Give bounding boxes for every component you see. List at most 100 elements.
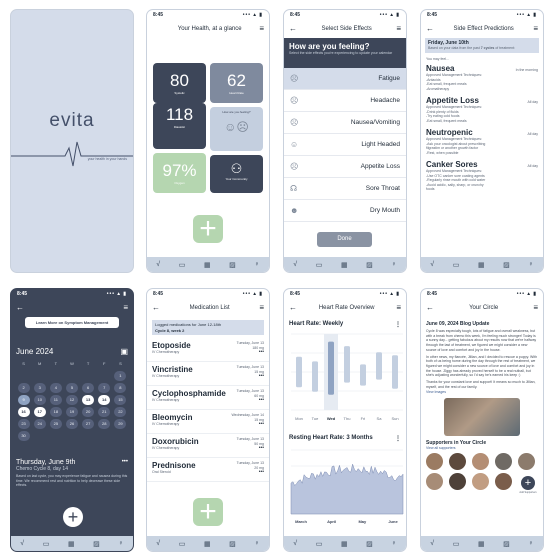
more-icon[interactable]: •••	[237, 398, 264, 403]
tab-calendar-icon[interactable]: ▦	[478, 540, 485, 548]
side-effect-headache[interactable]: ☹ Headache	[284, 90, 406, 112]
calendar-day[interactable]: 24	[33, 419, 46, 429]
tab-journal-icon[interactable]: ▨	[503, 261, 510, 269]
calendar-day[interactable]: 12	[65, 395, 78, 405]
calendar-day[interactable]: 21	[98, 407, 111, 417]
tab-profile-icon[interactable]: ♀	[118, 540, 123, 547]
back-arrow-icon[interactable]: ←	[16, 304, 24, 312]
tab-calendar-icon[interactable]: ▦	[341, 261, 348, 269]
tab-profile-icon[interactable]: ♀	[391, 540, 396, 547]
side-effect-sore-throat[interactable]: ☊ Sore Throat	[284, 178, 406, 200]
range-bar[interactable]	[296, 356, 302, 388]
tab-profile-icon[interactable]: ♀	[391, 261, 396, 268]
range-bar[interactable]	[392, 355, 398, 389]
calendar-day[interactable]: 18	[49, 407, 62, 417]
tab-journal-icon[interactable]: ▨	[366, 540, 373, 548]
more-icon[interactable]: •••	[237, 374, 264, 379]
range-bar[interactable]	[312, 361, 318, 392]
calendar-day[interactable]: 2	[17, 383, 30, 393]
calendar-day[interactable]: 13	[82, 395, 95, 405]
avatar[interactable]	[449, 453, 466, 471]
calendar-day[interactable]: 4	[49, 383, 62, 393]
side-effect-nausea[interactable]: ☹ Nausea/Vomiting	[284, 112, 406, 134]
avatar[interactable]	[426, 453, 443, 471]
back-arrow-icon[interactable]: ←	[426, 25, 434, 33]
more-icon[interactable]: •••	[237, 470, 264, 475]
systolic-tile[interactable]: 80 Systolic	[153, 63, 206, 103]
calendar-day[interactable]: 20	[82, 407, 95, 417]
tab-health-icon[interactable]: √	[293, 540, 297, 547]
calendar-day[interactable]: 23	[17, 419, 30, 429]
tab-rx-icon[interactable]: ▭	[43, 540, 50, 548]
prediction-canker-sores[interactable]: Canker Sores All day Approved Management …	[421, 157, 543, 194]
range-bar[interactable]	[328, 341, 334, 395]
tab-calendar-icon[interactable]: ▦	[478, 261, 485, 269]
prediction-neutropenic[interactable]: Neutropenic All day Approved Management T…	[421, 125, 543, 157]
range-bar[interactable]	[360, 364, 366, 386]
tab-journal-icon[interactable]: ▨	[229, 261, 236, 269]
back-arrow-icon[interactable]: ←	[289, 25, 297, 33]
tab-rx-icon[interactable]: ▭	[316, 540, 323, 548]
range-bar[interactable]	[376, 352, 382, 380]
calendar-day[interactable]: 9	[17, 395, 30, 405]
community-tile[interactable]: ⚇ Your Community	[210, 155, 263, 193]
tab-profile-icon[interactable]: ♀	[528, 261, 533, 268]
menu-icon[interactable]: ≡	[396, 304, 401, 312]
medication-item[interactable]: Etoposide IV Chemotherapy Tuesday, June 1…	[147, 338, 269, 362]
back-arrow-icon[interactable]: ←	[152, 304, 160, 312]
tab-calendar-icon[interactable]: ▦	[341, 540, 348, 548]
tab-health-icon[interactable]: √	[430, 540, 434, 547]
medication-item[interactable]: Vincristine IV Chemotherapy Tuesday, June…	[147, 362, 269, 386]
more-icon[interactable]: ⋮	[395, 435, 401, 442]
calendar-day[interactable]: 16	[17, 407, 30, 417]
tab-health-icon[interactable]: √	[156, 540, 160, 547]
side-effect-light-headed[interactable]: ☺ Light Headed	[284, 134, 406, 156]
avatar[interactable]	[472, 473, 489, 491]
calendar-day[interactable]: 14	[98, 395, 111, 405]
tab-journal-icon[interactable]: ▨	[503, 540, 510, 548]
tab-profile-icon[interactable]: ♀	[254, 540, 259, 547]
tab-journal-icon[interactable]: ▨	[93, 540, 100, 548]
medication-item[interactable]: Cyclophosphamide IV Chemotherapy Tuesday,…	[147, 386, 269, 410]
calendar-day[interactable]: 11	[49, 395, 62, 405]
blog-photo[interactable]	[444, 397, 520, 436]
calendar-day[interactable]: 5	[65, 383, 78, 393]
side-effect-appetite-loss[interactable]: ☹ Appetite Loss	[284, 156, 406, 178]
oxygen-tile[interactable]: 97% Oxygen	[153, 153, 206, 193]
calendar-day[interactable]: 25	[49, 419, 62, 429]
tab-journal-icon[interactable]: ▨	[366, 261, 373, 269]
tab-calendar-icon[interactable]: ▦	[68, 540, 75, 548]
calendar-day[interactable]: 27	[82, 419, 95, 429]
medication-item[interactable]: Doxorubicin IV Chemotherapy Tuesday, June…	[147, 434, 269, 458]
medication-item[interactable]: Bleomycin IV Chemotherapy Wednesday, June…	[147, 410, 269, 434]
tab-health-icon[interactable]: √	[20, 540, 24, 547]
medication-item[interactable]: Prednisone Oral Steroid Tuesday, June 13 2…	[147, 458, 269, 482]
avatar[interactable]	[518, 453, 535, 471]
prediction-nausea[interactable]: Nausea In the morning Approved Management…	[421, 61, 543, 93]
tab-journal-icon[interactable]: ▨	[229, 540, 236, 548]
prediction-appetite-loss[interactable]: Appetite Loss All day Approved Management…	[421, 93, 543, 125]
done-button[interactable]: Done	[317, 232, 372, 247]
calendar-day[interactable]: 10	[33, 395, 46, 405]
menu-icon[interactable]: ≡	[123, 304, 128, 312]
more-icon[interactable]: •••	[231, 422, 264, 427]
range-bar[interactable]	[344, 346, 350, 383]
menu-icon[interactable]: ≡	[533, 304, 538, 312]
side-effect-fatigue[interactable]: ☹ Fatigue	[284, 68, 406, 90]
tab-profile-icon[interactable]: ♀	[528, 540, 533, 547]
tab-health-icon[interactable]: √	[430, 261, 434, 268]
tab-health-icon[interactable]: √	[293, 261, 297, 268]
avatar[interactable]	[495, 473, 512, 491]
more-icon[interactable]: •••	[237, 350, 264, 355]
mood-tile[interactable]: How are you feeling? ☺☹	[210, 107, 263, 151]
symptom-banner[interactable]: Learn More on Symptom Management	[25, 317, 119, 328]
calendar-day[interactable]: 17	[33, 407, 46, 417]
calendar-day[interactable]: 19	[65, 407, 78, 417]
menu-icon[interactable]: ≡	[259, 304, 264, 312]
calendar-day[interactable]: 30	[17, 431, 30, 441]
side-effect-dry-mouth[interactable]: ☻ Dry Mouth	[284, 200, 406, 222]
avatar[interactable]	[449, 473, 466, 491]
tab-rx-icon[interactable]: ▭	[179, 261, 186, 269]
menu-icon[interactable]: ≡	[533, 25, 538, 33]
add-medication-button[interactable]: +	[193, 497, 223, 527]
